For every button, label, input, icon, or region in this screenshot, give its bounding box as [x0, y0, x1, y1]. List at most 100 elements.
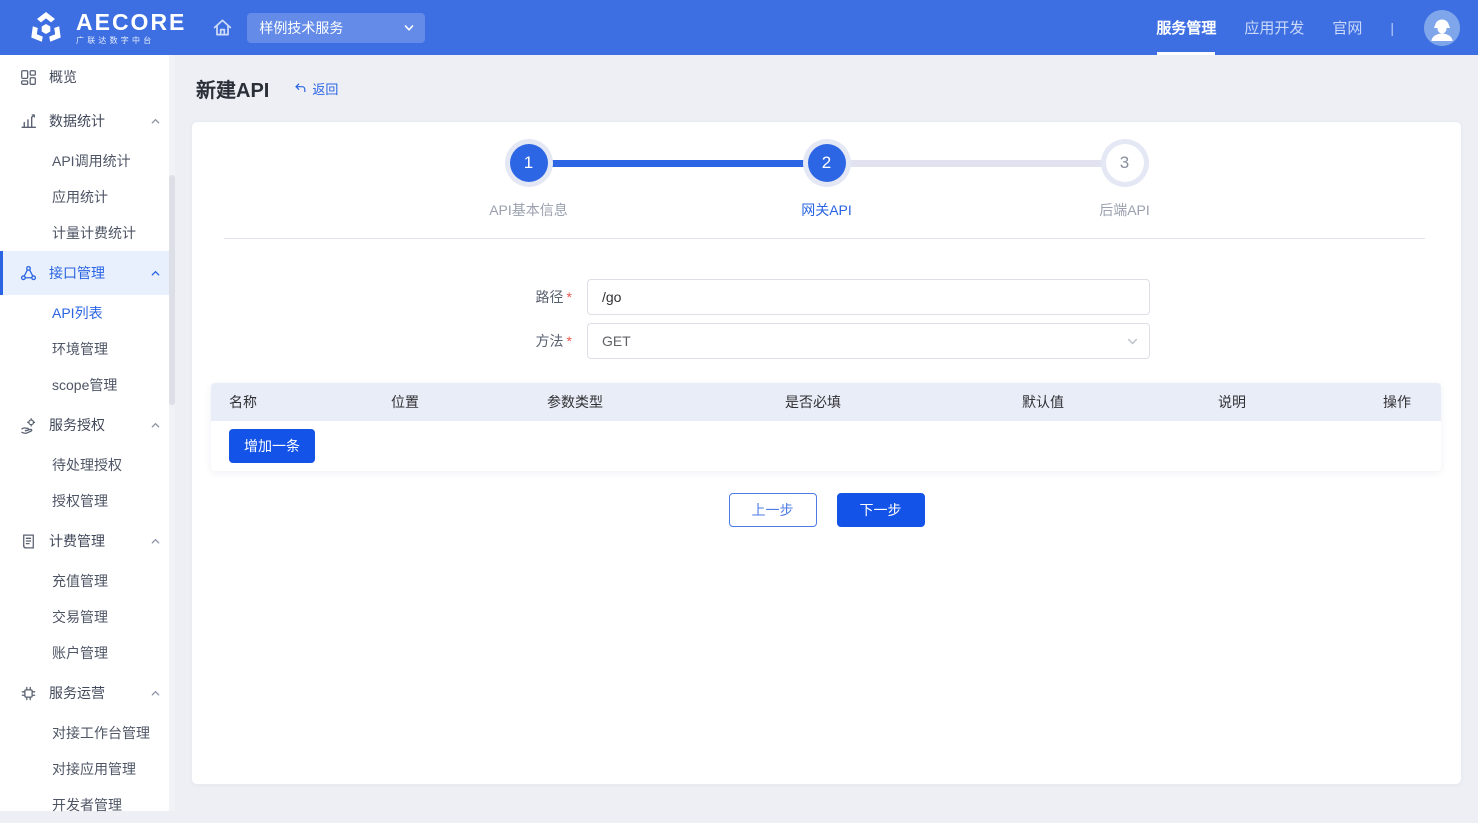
- brand-logo: AECORE 广联达数字中台: [26, 8, 186, 48]
- api-icon: [20, 264, 38, 282]
- stepper-connector-filled: [547, 160, 809, 167]
- page-header: 新建API 返回: [175, 55, 1478, 121]
- top-nav: 服务管理 应用开发 官网 |: [1156, 0, 1460, 55]
- sidebar-item-metering-billing-stats[interactable]: 计量计费统计: [0, 215, 175, 251]
- next-step-button[interactable]: 下一步: [837, 493, 925, 527]
- sidebar-item-label: 服务运营: [49, 683, 105, 703]
- chevron-up-icon[interactable]: [150, 688, 161, 699]
- col-required: 是否必填: [785, 392, 1022, 412]
- sidebar-item-label: 数据统计: [49, 111, 105, 131]
- top-nav-official-site[interactable]: 官网: [1332, 0, 1362, 55]
- step-circle-3: 3: [1106, 144, 1144, 182]
- sidebar-item-recharge-mgmt[interactable]: 充值管理: [0, 563, 175, 599]
- brand-logo-icon: [26, 8, 66, 48]
- section-divider: [224, 238, 1425, 239]
- path-input[interactable]: [587, 279, 1150, 315]
- step-backend-api: 3 后端API: [1102, 144, 1148, 182]
- step-label-1: API基本信息: [489, 200, 568, 220]
- prev-step-button[interactable]: 上一步: [729, 493, 817, 527]
- add-row-button[interactable]: 增加一条: [229, 429, 315, 463]
- service-select[interactable]: 样例技术服务: [247, 13, 425, 43]
- chevron-up-icon[interactable]: [150, 116, 161, 127]
- method-select-value: GET: [602, 333, 1126, 349]
- ops-icon: [20, 684, 38, 702]
- sidebar-item-account-mgmt[interactable]: 账户管理: [0, 635, 175, 671]
- method-required-mark: *: [567, 333, 572, 349]
- wizard-card: 1 API基本信息 2 网关API 3 后端API 路径 * 方法: [191, 121, 1462, 785]
- topbar: AECORE 广联达数字中台 样例技术服务 服务管理 应用开发 官网 |: [0, 0, 1478, 55]
- top-nav-app-dev[interactable]: 应用开发: [1244, 0, 1304, 55]
- col-description: 说明: [1218, 392, 1383, 412]
- page-title: 新建API: [196, 74, 269, 103]
- chevron-down-icon: [1126, 335, 1139, 348]
- sidebar-item-api-call-stats[interactable]: API调用统计: [0, 143, 175, 179]
- sidebar-scrollbar-thumb[interactable]: [169, 175, 175, 405]
- service-select-value: 样例技术服务: [259, 18, 403, 38]
- sidebar-item-overview[interactable]: 概览: [0, 55, 175, 99]
- topbar-separator: |: [1390, 20, 1394, 36]
- step-label-3: 后端API: [1099, 200, 1150, 220]
- step-label-2: 网关API: [801, 200, 852, 220]
- sidebar-item-label: 接口管理: [49, 263, 105, 283]
- sidebar-item-app-stats[interactable]: 应用统计: [0, 179, 175, 215]
- chevron-up-icon[interactable]: [150, 420, 161, 431]
- step-api-basic-info: 1 API基本信息: [506, 144, 552, 182]
- user-avatar[interactable]: [1424, 10, 1460, 46]
- method-label: 方法: [504, 331, 564, 351]
- chevron-down-icon: [403, 22, 415, 34]
- path-field-row: 路径 *: [504, 279, 1150, 315]
- sidebar-item-pending-auth[interactable]: 待处理授权: [0, 447, 175, 483]
- stepper: 1 API基本信息 2 网关API 3 后端API: [192, 122, 1461, 182]
- stats-icon: [20, 112, 38, 130]
- col-name: 名称: [229, 392, 391, 412]
- brand-subtitle: 广联达数字中台: [76, 37, 186, 45]
- path-label: 路径: [504, 287, 564, 307]
- overview-icon: [20, 68, 38, 86]
- step-circle-1: 1: [510, 144, 548, 182]
- params-table: 名称 位置 参数类型 是否必填 默认值 说明 操作 增加一条: [211, 383, 1441, 471]
- main-content: 新建API 返回 1 API基本信息 2 网关API: [175, 55, 1478, 811]
- sidebar-item-service-auth[interactable]: 服务授权: [0, 403, 175, 447]
- back-label: 返回: [312, 79, 338, 98]
- sidebar-item-billing-mgmt[interactable]: 计费管理: [0, 519, 175, 563]
- back-icon: [293, 81, 307, 95]
- auth-icon: [20, 416, 38, 434]
- home-icon[interactable]: [212, 17, 233, 38]
- chevron-up-icon[interactable]: [150, 536, 161, 547]
- chevron-up-icon[interactable]: [150, 268, 161, 279]
- sidebar-scrollbar[interactable]: [169, 55, 175, 811]
- sidebar-item-integration-app-mgmt[interactable]: 对接应用管理: [0, 751, 175, 787]
- sidebar-item-label: 服务授权: [49, 415, 105, 435]
- sidebar-item-interface-mgmt[interactable]: 接口管理: [0, 251, 175, 295]
- sidebar: 概览 数据统计 API调用统计 应用统计 计量计费统计 接口管理 API列表: [0, 55, 175, 811]
- col-param-type: 参数类型: [547, 392, 785, 412]
- sidebar-item-api-list[interactable]: API列表: [0, 295, 175, 331]
- method-field-row: 方法 * GET: [504, 323, 1150, 359]
- gateway-api-form: 路径 * 方法 * GET: [192, 279, 1461, 359]
- sidebar-item-label: 计费管理: [49, 531, 105, 551]
- params-table-header: 名称 位置 参数类型 是否必填 默认值 说明 操作: [211, 383, 1441, 421]
- col-actions: 操作: [1383, 392, 1441, 412]
- col-position: 位置: [391, 392, 547, 412]
- stepper-connector-pending: [845, 160, 1107, 167]
- sidebar-item-scope-mgmt[interactable]: scope管理: [0, 367, 175, 403]
- sidebar-item-transaction-mgmt[interactable]: 交易管理: [0, 599, 175, 635]
- billing-icon: [20, 532, 38, 550]
- col-default-value: 默认值: [1022, 392, 1218, 412]
- step-circle-2: 2: [808, 144, 846, 182]
- wizard-actions: 上一步 下一步: [192, 493, 1461, 527]
- sidebar-item-service-ops[interactable]: 服务运营: [0, 671, 175, 715]
- sidebar-item-auth-mgmt[interactable]: 授权管理: [0, 483, 175, 519]
- sidebar-item-developer-mgmt[interactable]: 开发者管理: [0, 787, 175, 823]
- params-table-empty-row: 增加一条: [211, 421, 1441, 471]
- top-nav-service-mgmt[interactable]: 服务管理: [1156, 0, 1216, 55]
- sidebar-item-env-mgmt[interactable]: 环境管理: [0, 331, 175, 367]
- step-gateway-api: 2 网关API: [804, 144, 850, 182]
- path-required-mark: *: [567, 289, 572, 305]
- sidebar-item-label: 概览: [49, 67, 77, 87]
- back-link[interactable]: 返回: [293, 79, 338, 98]
- sidebar-item-data-stats[interactable]: 数据统计: [0, 99, 175, 143]
- method-select[interactable]: GET: [587, 323, 1150, 359]
- sidebar-item-workbench-mgmt[interactable]: 对接工作台管理: [0, 715, 175, 751]
- brand-name: AECORE: [76, 11, 186, 34]
